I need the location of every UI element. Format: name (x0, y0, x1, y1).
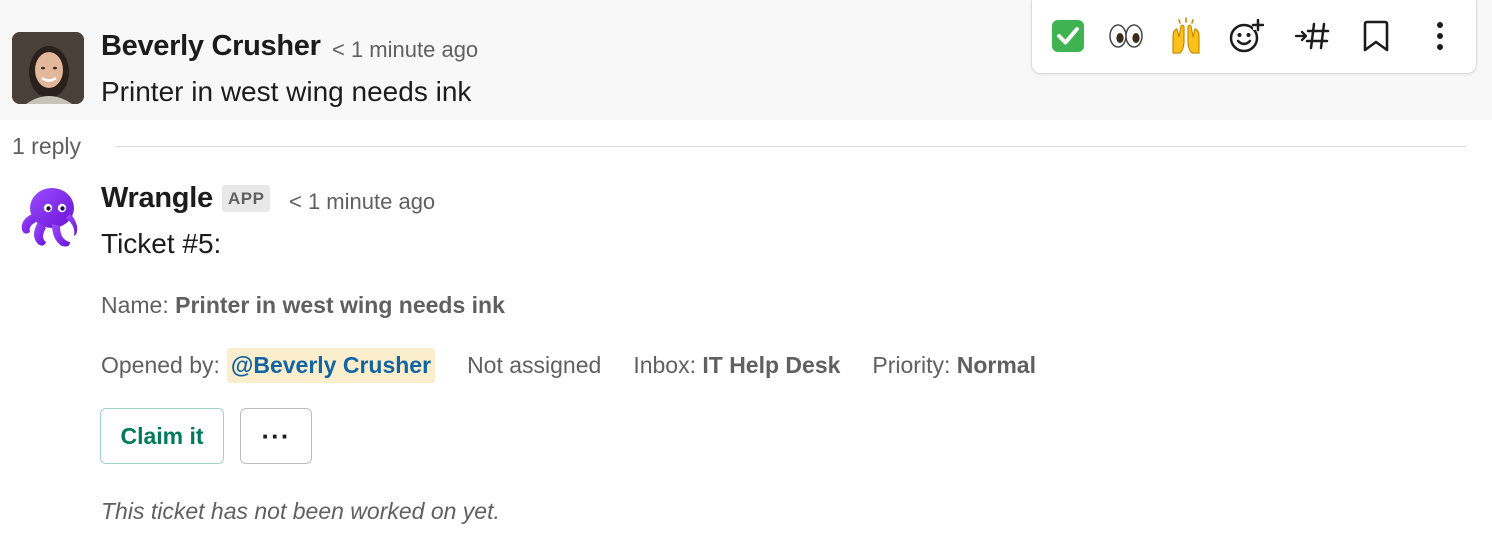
message-author[interactable]: Beverly Crusher (101, 30, 321, 63)
reply-author[interactable]: Wrangle (101, 182, 213, 215)
priority-label: Priority: (872, 352, 957, 378)
ticket-name-label: Name: (101, 292, 176, 318)
app-avatar[interactable] (18, 186, 78, 252)
app-badge: APP (222, 185, 271, 212)
avatar[interactable] (12, 32, 84, 104)
save-for-later-button[interactable] (1354, 14, 1398, 58)
raised-hands-reaction-button[interactable] (1164, 14, 1208, 58)
inbox-value: IT Help Desk (702, 352, 841, 378)
ticket-name-row: Name: Printer in west wing needs ink (101, 292, 505, 319)
check-mark-icon (1052, 20, 1084, 52)
raised-hands-icon (1172, 17, 1200, 54)
ticket-status-note: This ticket has not been worked on yet. (101, 498, 500, 524)
inbox-info: Inbox: IT Help Desk (633, 352, 840, 379)
share-to-channel-button[interactable] (1290, 14, 1334, 58)
more-actions-button[interactable] (1418, 14, 1462, 58)
replies-divider (115, 146, 1466, 147)
share-to-channel-icon (1294, 22, 1330, 50)
bookmark-icon (1363, 20, 1389, 52)
reply-timestamp[interactable]: < 1 minute ago (289, 189, 435, 215)
inbox-label: Inbox: (633, 352, 703, 378)
reply-count[interactable]: 1 reply (12, 133, 81, 160)
user-photo-icon (12, 32, 84, 104)
claim-button[interactable]: Claim it (100, 408, 224, 464)
ticket-more-button[interactable]: ··· (240, 408, 312, 464)
more-actions-icon (1437, 22, 1443, 50)
add-reaction-icon (1229, 18, 1264, 53)
assignee-status: Not assigned (467, 352, 602, 378)
check-mark-reaction-button[interactable] (1046, 14, 1090, 58)
message-timestamp[interactable]: < 1 minute ago (332, 37, 478, 63)
add-reaction-button[interactable] (1224, 14, 1268, 58)
priority-info: Priority: Normal (872, 352, 1036, 379)
ticket-meta-row: Opened by: @Beverly Crusher Not assigned… (101, 348, 1036, 383)
message-actions-toolbar (1031, 0, 1477, 74)
eyes-reaction-button[interactable] (1104, 14, 1148, 58)
opened-by-label: Opened by: (101, 352, 220, 378)
octopus-icon (21, 188, 78, 247)
eyes-icon (1109, 24, 1143, 48)
message-text: Printer in west wing needs ink (101, 76, 472, 107)
ticket-name-value: Printer in west wing needs ink (175, 292, 505, 318)
user-mention[interactable]: @Beverly Crusher (226, 348, 436, 383)
ticket-title: Ticket #5: (101, 228, 222, 259)
priority-value: Normal (956, 352, 1036, 378)
